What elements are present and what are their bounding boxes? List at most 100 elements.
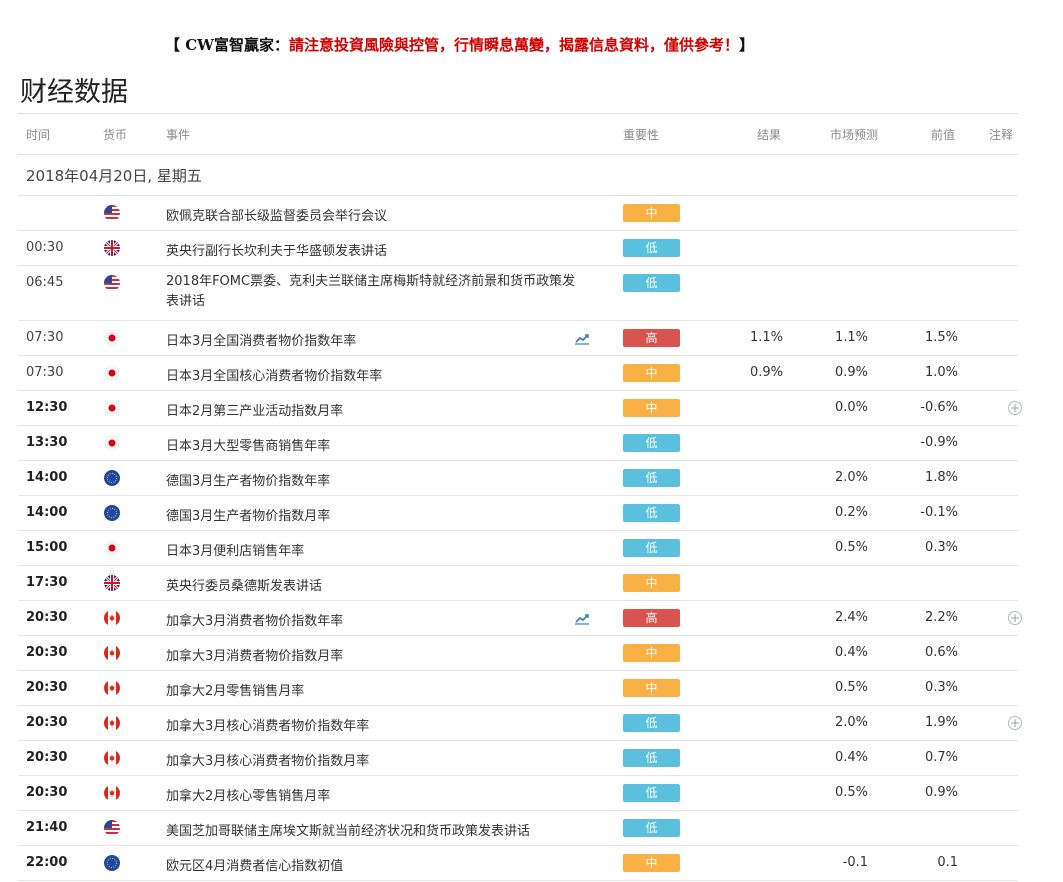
note-expand-icon[interactable]: +: [1008, 611, 1022, 625]
importance-badge: 低: [623, 539, 680, 557]
previous-value: -0.6%: [920, 400, 958, 415]
forecast-value: 2.0%: [834, 470, 868, 485]
event-name[interactable]: 加拿大3月消费者物价指数月率: [166, 645, 343, 664]
importance-badge: 中: [623, 574, 680, 592]
table-row[interactable]: 20:30 加拿大3月核心消费者物价指数月率 低 0.4% 0.7%: [18, 741, 1018, 776]
previous-value: 0.9%: [924, 785, 958, 800]
importance-badge: 低: [623, 749, 680, 767]
table-row[interactable]: 20:30 加拿大3月核心消费者物价指数年率 低 2.0% 1.9% +: [18, 706, 1022, 741]
japan-flag-icon: [104, 365, 120, 381]
table-body: 欧佩克联合部长级监督委员会举行会议中 00:30 英央行副行长坎利夫于华盛顿发表讲话…: [18, 196, 1022, 881]
date-row: 2018年04月20日, 星期五: [18, 155, 1018, 196]
notice-prefix: 【 CW富智贏家：: [165, 36, 290, 54]
event-name[interactable]: 2018年FOMC票委、克利夫兰联储主席梅斯特就经济前景和货币政策发表讲话: [166, 272, 576, 312]
forecast-value: 0.9%: [834, 365, 868, 380]
table-row[interactable]: 20:30 加拿大3月消费者物价指数月率 中 0.4% 0.6%: [18, 636, 1018, 671]
actual-value: 1.1%: [749, 330, 783, 345]
importance-badge: 低: [623, 274, 680, 292]
previous-value: 1.9%: [924, 715, 958, 730]
table-row[interactable]: 00:30 英央行副行长坎利夫于华盛顿发表讲话 低: [18, 231, 1018, 266]
importance-badge: 低: [623, 434, 680, 452]
importance-badge: 高: [623, 609, 680, 627]
canada-flag-icon: [104, 715, 120, 731]
table-row[interactable]: 22:00 欧元区4月消费者信心指数初值 中 -0.1 0.1: [18, 846, 1018, 881]
importance-badge: 低: [623, 504, 680, 522]
table-row[interactable]: 07:30 日本3月全国消费者物价指数年率 高 1.1% 1.1% 1.5%: [18, 321, 1018, 356]
table-row[interactable]: 14:00 德国3月生产者物价指数年率 低 2.0% 1.8%: [18, 461, 1018, 496]
table-row[interactable]: 12:30 日本2月第三产业活动指数月率 中 0.0% -0.6% +: [18, 391, 1022, 426]
previous-value: 1.5%: [924, 330, 958, 345]
event-time: 07:30: [26, 330, 64, 345]
event-time: 20:30: [26, 645, 68, 660]
header-actual: 结果: [757, 128, 782, 142]
event-time: 17:30: [26, 575, 68, 590]
event-name[interactable]: 欧元区4月消费者信心指数初值: [166, 855, 343, 874]
header-time: 时间: [26, 128, 51, 142]
importance-badge: 低: [623, 714, 680, 732]
event-name[interactable]: 欧佩克联合部长级监督委员会举行会议: [166, 205, 387, 224]
header-event: 事件: [166, 128, 191, 142]
importance-badge: 中: [623, 364, 680, 382]
event-name[interactable]: 加拿大2月核心零售销售月率: [166, 785, 330, 804]
event-name[interactable]: 德国3月生产者物价指数年率: [166, 470, 330, 489]
canada-flag-icon: [104, 750, 120, 766]
table-row[interactable]: 17:30 英央行委员桑德斯发表讲话 中: [18, 566, 1018, 601]
us-flag-icon: [104, 205, 120, 221]
event-name[interactable]: 加拿大3月消费者物价指数年率: [166, 610, 343, 629]
importance-badge: 中: [623, 644, 680, 662]
japan-flag-icon: [104, 435, 120, 451]
event-name[interactable]: 日本2月第三产业活动指数月率: [166, 400, 343, 419]
date-label: 2018年04月20日, 星期五: [26, 167, 202, 185]
event-name[interactable]: 德国3月生产者物价指数月率: [166, 505, 330, 524]
event-name[interactable]: 加拿大2月零售销售月率: [166, 680, 304, 699]
event-name[interactable]: 日本3月便利店销售年率: [166, 540, 304, 559]
chart-icon[interactable]: [574, 611, 590, 625]
importance-badge: 中: [623, 679, 680, 697]
forecast-value: 2.4%: [834, 610, 868, 625]
header-note: 注释: [989, 128, 1014, 142]
table-header: 时间 货币 事件 重要性 结果 市场预测 前值 注释: [18, 113, 1018, 155]
table-row[interactable]: 20:30 加拿大3月消费者物价指数年率 高 2.4% 2.2% +: [18, 601, 1022, 636]
event-name[interactable]: 英央行委员桑德斯发表讲话: [166, 575, 322, 594]
eu-flag-icon: [104, 855, 120, 871]
us-flag-icon: [104, 275, 120, 291]
page-title: 财经数据: [20, 77, 128, 108]
event-name[interactable]: 美国芝加哥联储主席埃文斯就当前经济状况和货币政策发表讲话: [166, 820, 530, 839]
table-row[interactable]: 21:40 美国芝加哥联储主席埃文斯就当前经济状况和货币政策发表讲话 低: [18, 811, 1018, 846]
notice-suffix: 】: [739, 36, 755, 54]
header-forecast: 市场预测: [830, 128, 879, 142]
note-expand-icon[interactable]: +: [1008, 716, 1022, 730]
previous-value: 1.0%: [924, 365, 958, 380]
canada-flag-icon: [104, 610, 120, 626]
event-name[interactable]: 加拿大3月核心消费者物价指数年率: [166, 715, 369, 734]
table-row[interactable]: 20:30 加拿大2月核心零售销售月率 低 0.5% 0.9%: [18, 776, 1018, 811]
previous-value: -0.1%: [920, 505, 958, 520]
event-time: 22:00: [26, 855, 68, 870]
table-row[interactable]: 欧佩克联合部长级监督委员会举行会议 中: [18, 196, 1018, 231]
previous-value: 1.8%: [924, 470, 958, 485]
table-row[interactable]: 20:30 加拿大2月零售销售月率 中 0.5% 0.3%: [18, 671, 1018, 706]
actual-value: 0.9%: [749, 365, 783, 380]
note-expand-icon[interactable]: +: [1008, 401, 1022, 415]
chart-icon[interactable]: [574, 331, 590, 345]
event-time: 07:30: [26, 365, 64, 380]
canada-flag-icon: [104, 785, 120, 801]
event-name[interactable]: 日本3月大型零售商销售年率: [166, 435, 330, 454]
uk-flag-icon: [104, 575, 120, 591]
event-name[interactable]: 加拿大3月核心消费者物价指数月率: [166, 750, 369, 769]
table-row[interactable]: 13:30 日本3月大型零售商销售年率 低 -0.9%: [18, 426, 1018, 461]
header-importance: 重要性: [623, 128, 660, 142]
forecast-value: 2.0%: [834, 715, 868, 730]
event-name[interactable]: 日本3月全国核心消费者物价指数年率: [166, 365, 382, 384]
previous-value: 0.3%: [924, 540, 958, 555]
event-name[interactable]: 英央行副行长坎利夫于华盛顿发表讲话: [166, 240, 387, 259]
table-row[interactable]: 06:45 2018年FOMC票委、克利夫兰联储主席梅斯特就经济前景和货币政策发表…: [18, 266, 1018, 321]
table-row[interactable]: 07:30 日本3月全国核心消费者物价指数年率 中 0.9% 0.9% 1.0%: [18, 356, 1018, 391]
table-row[interactable]: 15:00 日本3月便利店销售年率 低 0.5% 0.3%: [18, 531, 1018, 566]
table-row[interactable]: 14:00 德国3月生产者物价指数月率 低 0.2% -0.1%: [18, 496, 1018, 531]
event-name[interactable]: 日本3月全国消费者物价指数年率: [166, 330, 356, 349]
forecast-value: 0.5%: [834, 540, 868, 555]
forecast-value: 0.2%: [834, 505, 868, 520]
forecast-value: 1.1%: [834, 330, 868, 345]
forecast-value: 0.4%: [834, 750, 868, 765]
